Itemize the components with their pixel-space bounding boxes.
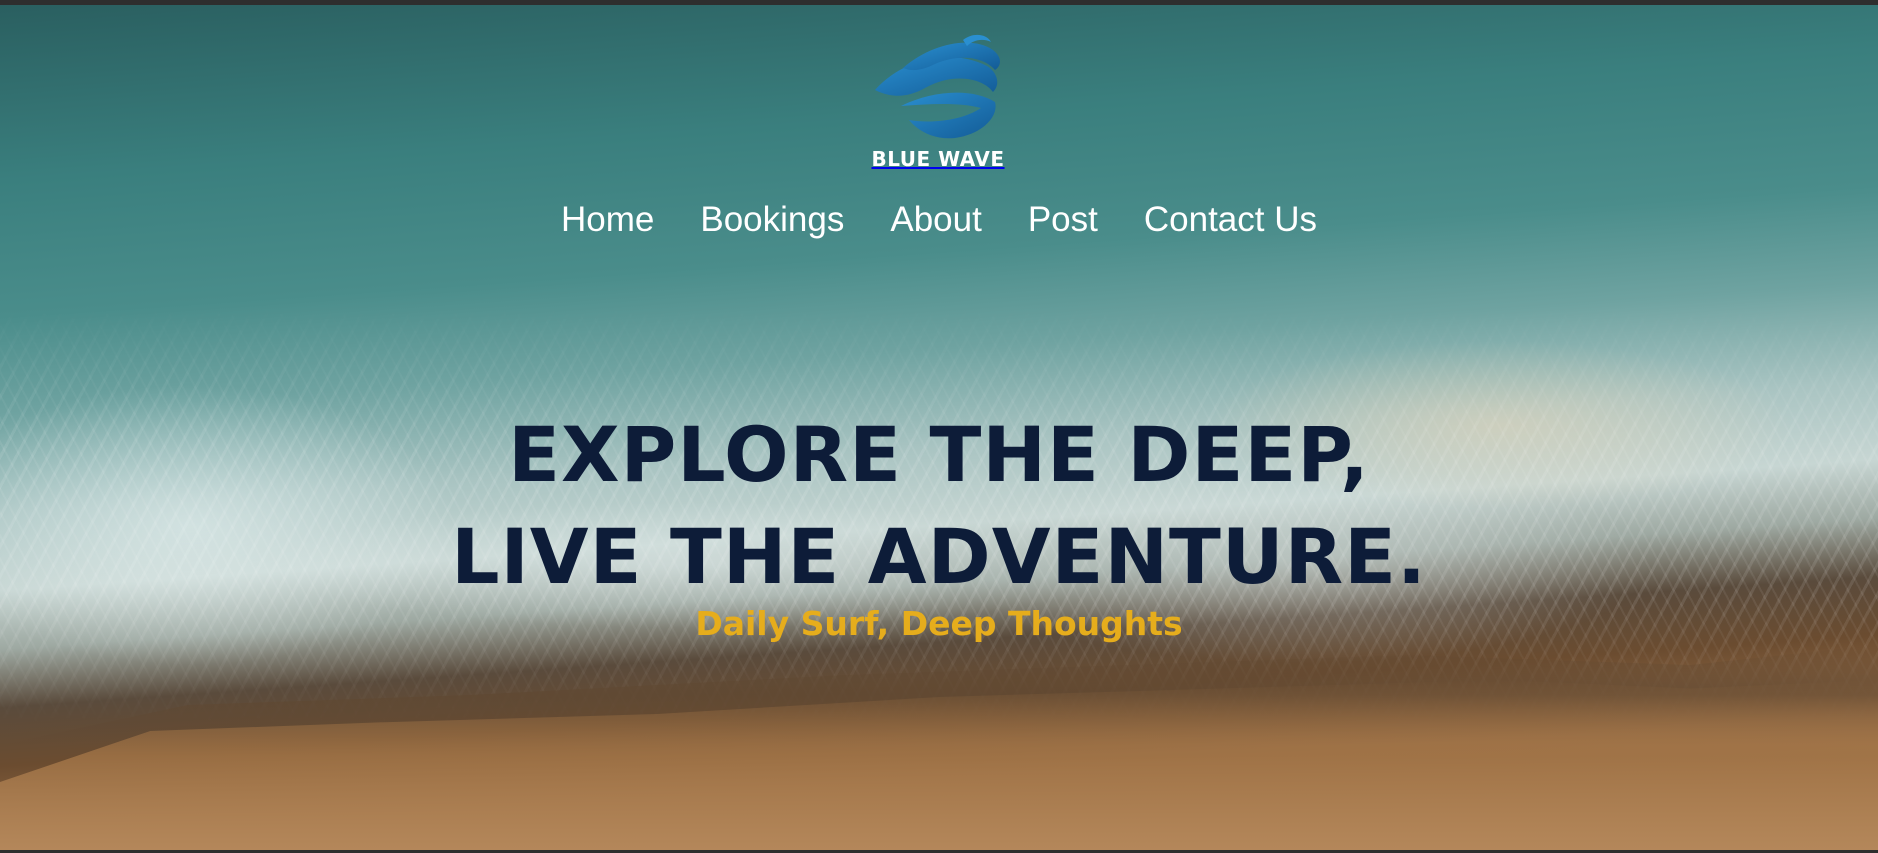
nav-about[interactable]: About <box>890 200 981 240</box>
hero-headline-line-1: EXPLORE THE DEEP, <box>508 410 1370 499</box>
nav-bookings[interactable]: Bookings <box>700 200 844 240</box>
nav-contact-us[interactable]: Contact Us <box>1144 200 1317 240</box>
hero-headline-line-2: LIVE THE ADVENTURE. <box>451 512 1427 601</box>
nav-home[interactable]: Home <box>561 200 654 240</box>
main-nav: Home Bookings About Post Contact Us <box>0 200 1878 240</box>
nav-post[interactable]: Post <box>1028 200 1098 240</box>
wave-logo-icon <box>875 34 1000 139</box>
hero-tagline: Daily Surf, Deep Thoughts <box>695 604 1183 643</box>
brand-logo[interactable]: BLUE WAVE <box>858 28 1018 173</box>
brand-name: BLUE WAVE <box>871 147 1005 171</box>
top-border <box>0 0 1878 5</box>
